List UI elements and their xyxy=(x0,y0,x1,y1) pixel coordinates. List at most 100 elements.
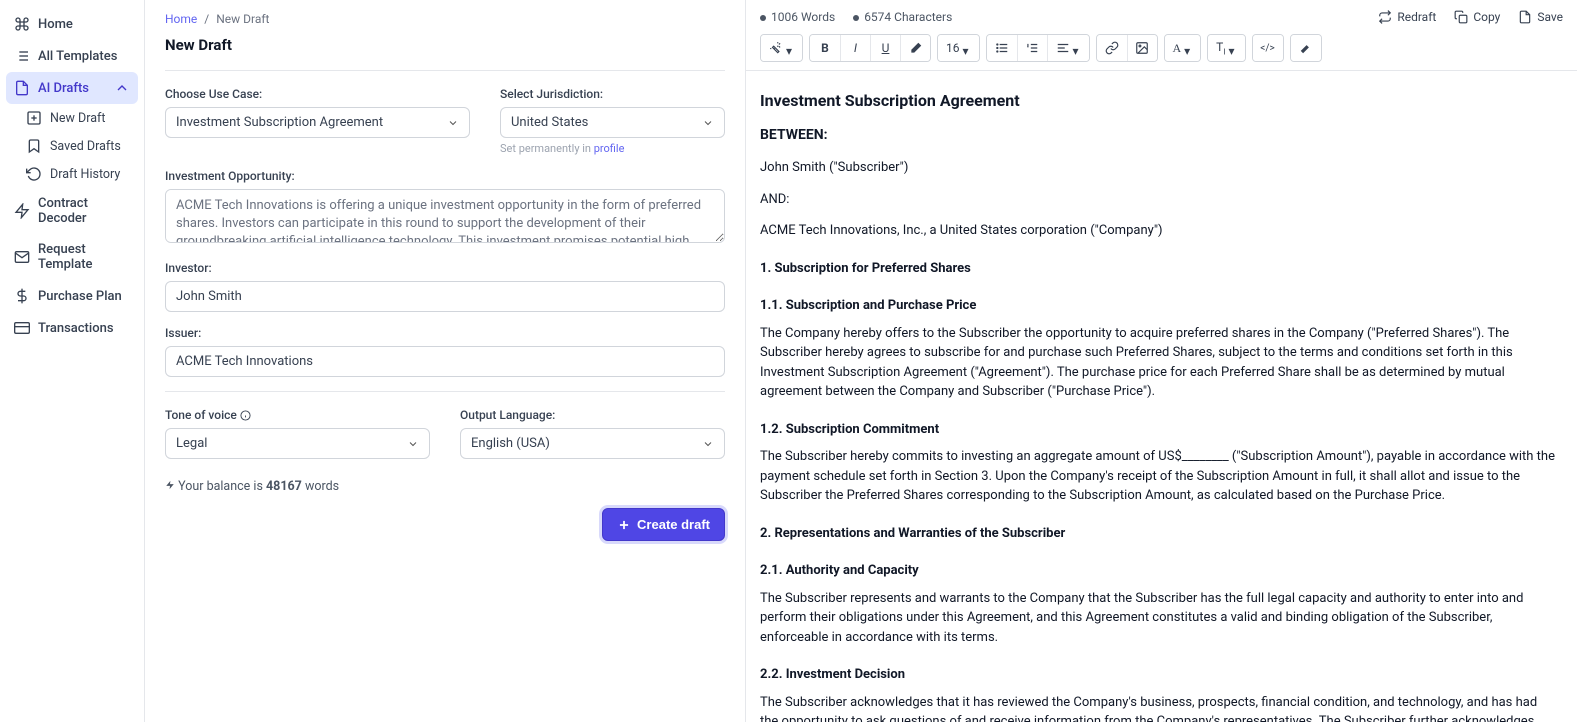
italic-button[interactable]: I xyxy=(840,35,870,61)
ul-icon xyxy=(995,41,1009,55)
issuer-label: Issuer: xyxy=(165,326,725,340)
image-button[interactable] xyxy=(1127,35,1157,61)
save-button[interactable]: Save xyxy=(1518,10,1563,24)
document-body[interactable]: Investment Subscription Agreement BETWEE… xyxy=(746,71,1577,722)
nav-contract-decoder[interactable]: Contract Decoder xyxy=(6,188,138,234)
redraft-button[interactable]: Redraft xyxy=(1378,10,1436,24)
ol-button[interactable] xyxy=(1017,35,1047,61)
jurisdiction-note: Set permanently in profile xyxy=(500,142,725,155)
nav-label: Draft History xyxy=(50,167,120,182)
save-icon xyxy=(1518,10,1532,24)
investor-input[interactable] xyxy=(165,281,725,312)
command-icon xyxy=(14,16,30,32)
doc-s2-2: 2.2. Investment Decision xyxy=(760,665,1557,685)
breadcrumb: Home / New Draft xyxy=(165,12,725,26)
eraser-button[interactable] xyxy=(900,35,930,61)
nav-draft-history[interactable]: Draft History xyxy=(18,160,138,188)
editor-toolbar: ▾ B I U 16 ▾ ▾ xyxy=(746,30,1577,71)
wand-icon xyxy=(769,41,783,55)
nav-home[interactable]: Home xyxy=(6,8,138,40)
bookmark-icon xyxy=(26,138,42,154)
lang-select[interactable]: English (USA) xyxy=(460,428,725,459)
opportunity-label: Investment Opportunity: xyxy=(165,169,725,183)
nav-ai-drafts-sub: New Draft Saved Drafts Draft History xyxy=(6,104,138,188)
doc-p2-2: The Subscriber acknowledges that it has … xyxy=(760,693,1557,722)
investor-label: Investor: xyxy=(165,261,725,275)
doc-s1-2: 1.2. Subscription Commitment xyxy=(760,420,1557,440)
form-panel: Home / New Draft New Draft Choose Use Ca… xyxy=(145,0,745,722)
word-count: 1006 Words xyxy=(760,10,835,24)
use-case-select[interactable]: Investment Subscription Agreement xyxy=(165,107,470,138)
doc-and: AND: xyxy=(760,190,1557,210)
nav-purchase-plan[interactable]: Purchase Plan xyxy=(6,280,138,312)
doc-company: ACME Tech Innovations, Inc., a United St… xyxy=(760,221,1557,241)
button-label: Create draft xyxy=(637,517,710,532)
tone-label: Tone of voice xyxy=(165,408,430,422)
nav-label: Home xyxy=(38,17,73,32)
divider xyxy=(165,70,725,71)
align-icon xyxy=(1056,41,1070,55)
bold-button[interactable]: B xyxy=(810,35,840,61)
file-icon xyxy=(14,80,30,96)
highlight-button[interactable] xyxy=(1291,35,1321,61)
ul-button[interactable] xyxy=(987,35,1017,61)
nav-label: Purchase Plan xyxy=(38,289,122,304)
bolt-icon xyxy=(165,480,175,490)
doc-subscriber: John Smith ("Subscriber") xyxy=(760,158,1557,178)
eraser-icon xyxy=(909,41,923,55)
nav-label: AI Drafts xyxy=(38,81,89,96)
wand-button[interactable]: ▾ xyxy=(761,35,802,61)
text-style-button[interactable]: TI ▾ xyxy=(1208,35,1244,61)
nav-ai-drafts[interactable]: AI Drafts xyxy=(6,72,138,104)
page-title: New Draft xyxy=(165,36,725,54)
pen-icon xyxy=(1299,41,1313,55)
copy-icon xyxy=(1454,10,1468,24)
chevron-up-icon xyxy=(114,80,130,96)
doc-s2: 2. Representations and Warranties of the… xyxy=(760,524,1557,544)
doc-p2-1: The Subscriber represents and warrants t… xyxy=(760,589,1557,648)
underline-button[interactable]: U xyxy=(870,35,900,61)
nav-request-template[interactable]: Request Template xyxy=(6,234,138,280)
card-icon xyxy=(14,320,30,336)
nav-all-templates[interactable]: All Templates xyxy=(6,40,138,72)
nav-label: Request Template xyxy=(38,242,130,272)
breadcrumb-home[interactable]: Home xyxy=(165,12,197,26)
nav-transactions[interactable]: Transactions xyxy=(6,312,138,344)
doc-p1-2: The Subscriber hereby commits to investi… xyxy=(760,447,1557,506)
font-color-button[interactable]: A ▾ xyxy=(1165,35,1201,61)
copy-button[interactable]: Copy xyxy=(1454,10,1500,24)
create-draft-button[interactable]: Create draft xyxy=(602,508,725,541)
history-icon xyxy=(26,166,42,182)
doc-p1-1: The Company hereby offers to the Subscri… xyxy=(760,324,1557,402)
doc-s1: 1. Subscription for Preferred Shares xyxy=(760,259,1557,279)
nav-label: Contract Decoder xyxy=(38,196,130,226)
nav-label: Saved Drafts xyxy=(50,139,121,154)
image-icon xyxy=(1135,41,1149,55)
nav-saved-drafts[interactable]: Saved Drafts xyxy=(18,132,138,160)
jurisdiction-select[interactable]: United States xyxy=(500,107,725,138)
doc-s1-1: 1.1. Subscription and Purchase Price xyxy=(760,296,1557,316)
profile-link[interactable]: profile xyxy=(594,142,625,155)
ol-icon xyxy=(1025,41,1039,55)
char-count: 6574 Characters xyxy=(853,10,952,24)
breadcrumb-sep: / xyxy=(204,12,209,26)
doc-title: Investment Subscription Agreement xyxy=(760,89,1557,113)
font-size-button[interactable]: 16 ▾ xyxy=(938,35,979,61)
info-icon xyxy=(240,410,251,421)
align-button[interactable]: ▾ xyxy=(1047,35,1089,61)
tone-select[interactable]: Legal xyxy=(165,428,430,459)
balance-text: Your balance is 48167 words xyxy=(165,479,725,494)
doc-s2-1: 2.1. Authority and Capacity xyxy=(760,561,1557,581)
nav-new-draft[interactable]: New Draft xyxy=(18,104,138,132)
link-button[interactable] xyxy=(1097,35,1127,61)
issuer-input[interactable] xyxy=(165,346,725,377)
doc-between: BETWEEN: xyxy=(760,125,1557,146)
nav-label: Transactions xyxy=(38,321,114,336)
nav-label: New Draft xyxy=(50,111,105,126)
document-panel: 1006 Words 6574 Characters Redraft Copy … xyxy=(745,0,1577,722)
use-case-label: Choose Use Case: xyxy=(165,87,470,101)
link-icon xyxy=(1105,41,1119,55)
bolt-icon xyxy=(14,203,30,219)
code-button[interactable]: </> xyxy=(1253,35,1283,61)
opportunity-textarea[interactable] xyxy=(165,189,725,243)
